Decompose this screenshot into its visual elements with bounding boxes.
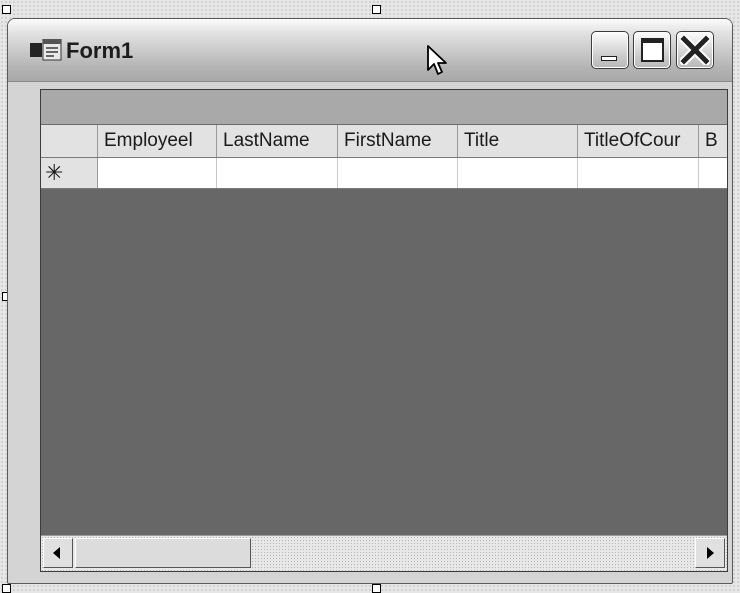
close-button[interactable] [676, 31, 714, 69]
new-row-cell-employeeid[interactable] [98, 158, 217, 188]
column-header-firstname[interactable]: FirstName [338, 125, 458, 157]
column-header-titleofcourtesy[interactable]: TitleOfCour [578, 125, 699, 157]
window-title: Form1 [66, 38, 134, 63]
new-row-cell-title[interactable] [458, 158, 578, 188]
new-row-cell-firstname[interactable] [338, 158, 458, 188]
minimize-icon [601, 56, 617, 61]
title-bar[interactable]: Form1 [8, 19, 732, 82]
form-client-area: Employeel LastName FirstName Title Title… [10, 82, 730, 582]
new-row-marker[interactable]: ✳ [41, 158, 98, 188]
new-row-cell-lastname[interactable] [217, 158, 338, 188]
horizontal-scrollbar[interactable] [41, 535, 727, 571]
mouse-pointer-icon [427, 45, 447, 75]
scrollbar-thumb[interactable] [75, 538, 251, 568]
maximize-icon [641, 38, 664, 62]
resize-handle-top-center[interactable] [372, 5, 381, 14]
scroll-right-arrow-icon [707, 547, 714, 559]
grid-caption-bar [41, 90, 727, 125]
scroll-right-button[interactable] [695, 538, 725, 568]
column-header-birthdate[interactable]: B [699, 125, 727, 157]
minimize-button[interactable] [591, 31, 629, 69]
form-window: Form1 Employeel LastName FirstName Title… [7, 18, 733, 584]
form-app-icon [30, 39, 62, 61]
new-row-cell-titleofcourtesy[interactable] [578, 158, 699, 188]
new-row-cell-birthdate[interactable] [699, 158, 727, 188]
resize-handle-bottom-center[interactable] [372, 584, 381, 593]
column-header-row: Employeel LastName FirstName Title Title… [41, 125, 727, 158]
data-grid-view[interactable]: Employeel LastName FirstName Title Title… [40, 89, 728, 572]
column-header-lastname[interactable]: LastName [217, 125, 338, 157]
scroll-left-arrow-icon [53, 547, 60, 559]
top-left-header-cell[interactable] [41, 125, 98, 157]
column-header-title[interactable]: Title [458, 125, 578, 157]
scroll-left-button[interactable] [43, 538, 73, 568]
resize-handle-top-left[interactable] [2, 5, 11, 14]
maximize-button[interactable] [633, 31, 671, 69]
designer-surface: Form1 Employeel LastName FirstName Title… [0, 0, 740, 593]
resize-handle-bottom-left[interactable] [2, 584, 11, 593]
column-header-employeeid[interactable]: Employeel [98, 125, 217, 157]
new-row[interactable]: ✳ [41, 158, 727, 189]
close-icon [680, 35, 710, 65]
